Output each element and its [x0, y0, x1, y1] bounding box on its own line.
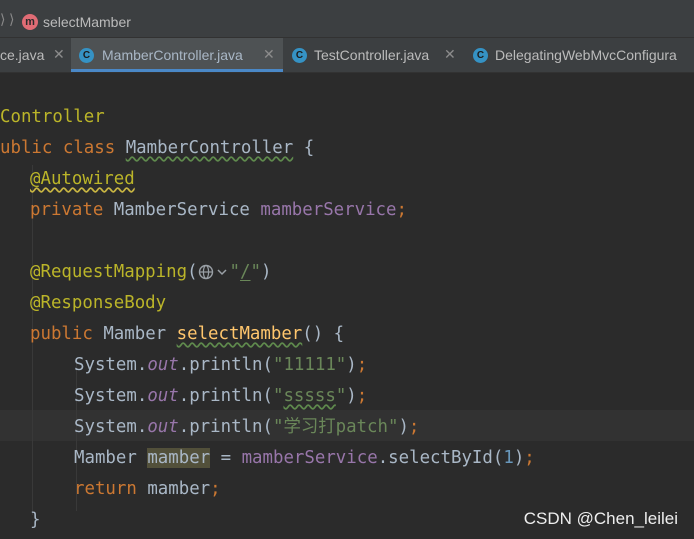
tab-label: TestController.java	[314, 47, 430, 63]
java-class-c-icon: C	[473, 48, 488, 63]
code-line: System.out.println("sssss");	[74, 386, 368, 406]
editor-tab-bar: ce.java ✕ C MamberController.java ✕ C Te…	[0, 38, 694, 73]
chevron-right-icon: ⟩	[0, 11, 6, 27]
code-line: Mamber mamber = mamberService.selectById…	[74, 448, 535, 468]
tab-service-java[interactable]: ce.java ✕	[0, 38, 70, 72]
chevron-right-icon: ⟩	[9, 11, 15, 27]
java-class-c-icon: C	[79, 48, 94, 63]
code-line: Controller	[0, 107, 105, 127]
close-icon[interactable]: ✕	[53, 46, 65, 63]
close-icon[interactable]: ✕	[444, 46, 456, 63]
breadcrumb: ⟩ ⟩ m selectMamber	[0, 0, 694, 38]
tab-label: ce.java	[0, 47, 45, 63]
tab-delegating-web-mvc[interactable]: C DelegatingWebMvcConfigura	[464, 38, 694, 72]
code-line: @Autowired	[30, 169, 135, 189]
tab-mamber-controller[interactable]: C MamberController.java ✕	[71, 38, 283, 72]
code-line: return mamber;	[74, 479, 221, 499]
code-line: System.out.println("学习打patch");	[74, 417, 420, 437]
code-line: private MamberService mamberService;	[30, 200, 407, 220]
tab-test-controller[interactable]: C TestController.java ✕	[284, 38, 463, 72]
code-line: System.out.println("11111");	[74, 355, 368, 375]
tab-label: MamberController.java	[102, 47, 243, 63]
code-editor[interactable]: Controller ublic class MamberController …	[0, 73, 694, 539]
java-class-c-icon: C	[292, 48, 307, 63]
close-icon[interactable]: ✕	[263, 46, 275, 63]
code-line: public Mamber selectMamber() {	[30, 324, 345, 344]
tab-label: DelegatingWebMvcConfigura	[495, 47, 677, 63]
code-line: @ResponseBody	[30, 293, 167, 313]
code-line: }	[30, 510, 41, 530]
breadcrumb-method-name[interactable]: selectMamber	[43, 14, 131, 30]
code-line: ublic class MamberController {	[0, 138, 315, 158]
watermark: CSDN @Chen_leilei	[523, 509, 678, 528]
method-m-icon: m	[22, 14, 38, 30]
globe-icon[interactable]	[198, 263, 230, 281]
code-line: @RequestMapping("/")	[30, 262, 272, 282]
